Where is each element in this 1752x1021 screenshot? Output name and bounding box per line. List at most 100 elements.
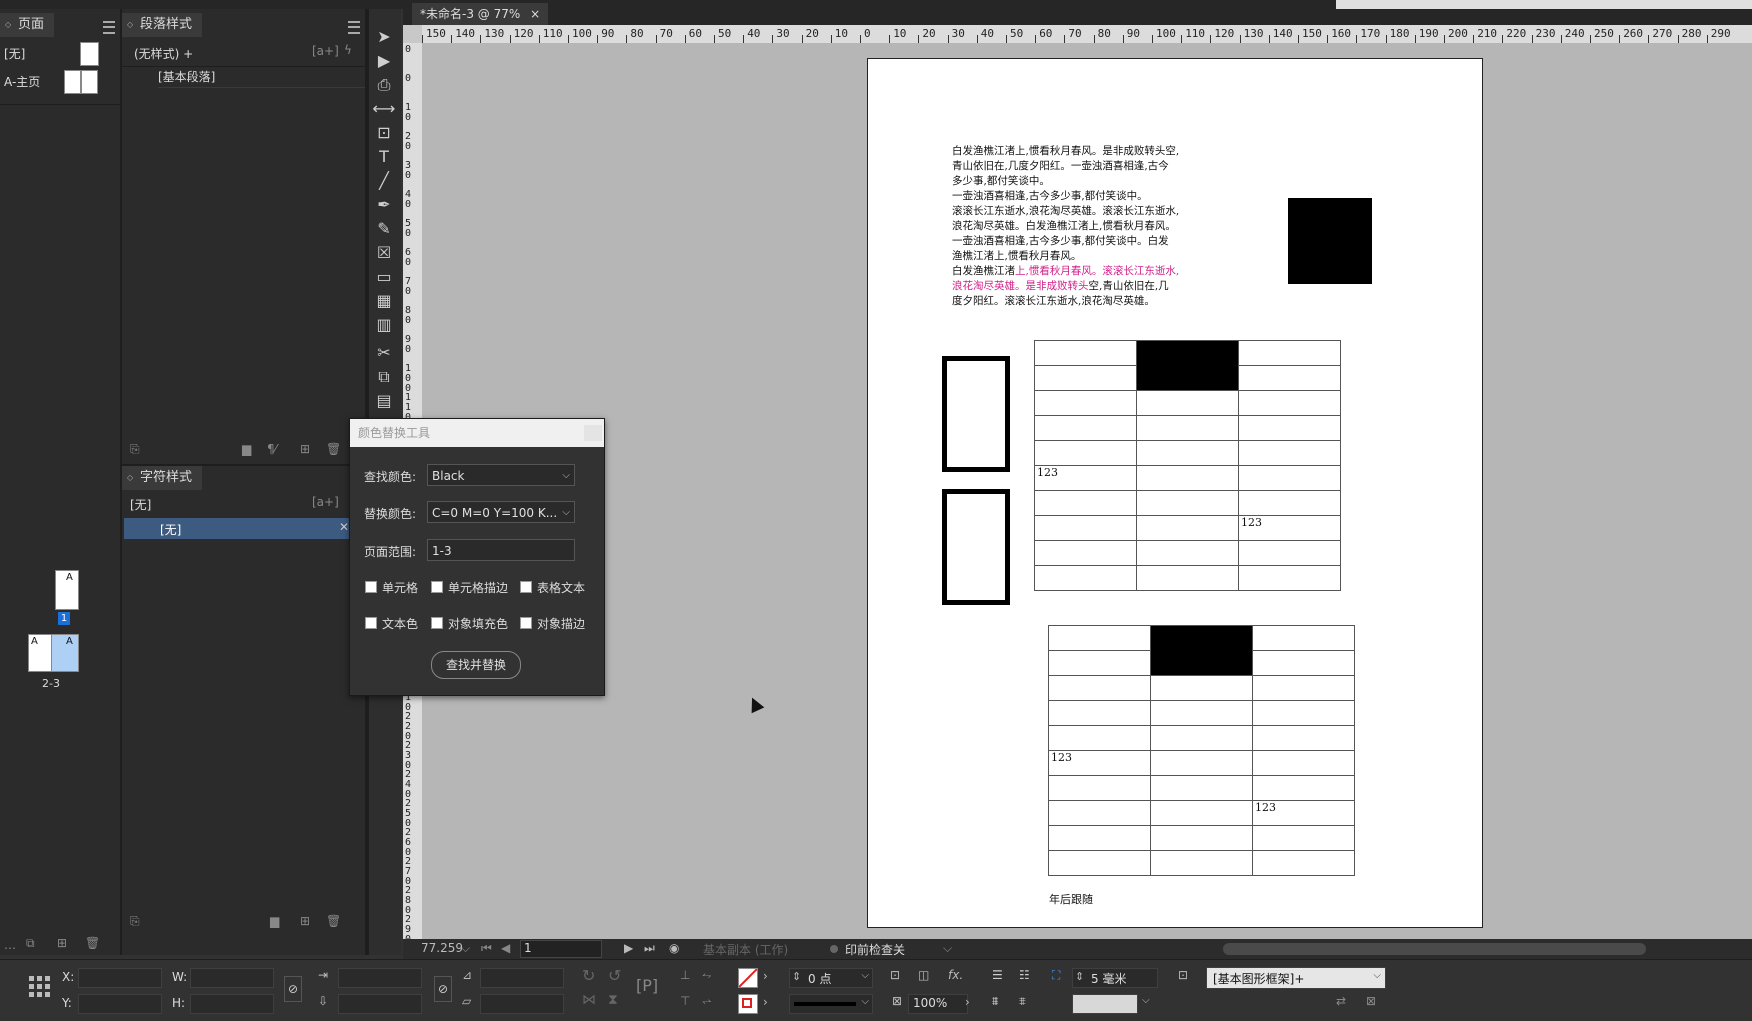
- stroke-weight-chevron-icon[interactable]: ⌵: [861, 970, 869, 981]
- content-collector-icon[interactable]: ⊡: [372, 122, 396, 144]
- page-item-none[interactable]: [无]: [4, 45, 25, 62]
- canvas[interactable]: 白发渔樵江渚上,惯看秋月春风。是非成败转头空, 青山依旧在,几度夕阳红。一壶浊酒…: [422, 43, 1752, 939]
- stroke-weight-field[interactable]: ⇕ 0 点 ⌵: [789, 968, 873, 988]
- y-field[interactable]: [78, 994, 162, 1014]
- checkbox-box[interactable]: [365, 617, 377, 629]
- stroke-weight-stepper-icon[interactable]: ⇕: [792, 970, 801, 983]
- opacity-chevron-icon[interactable]: ›: [965, 995, 970, 1009]
- table-1-cell[interactable]: 123: [1238, 515, 1341, 541]
- delete-paragraph-style-icon[interactable]: 🗑: [326, 442, 341, 456]
- align-top-icon[interactable]: ⩩: [992, 994, 998, 1009]
- clear-overrides-icon[interactable]: ¶⁄: [267, 442, 277, 456]
- opacity-field[interactable]: 100%: [908, 994, 968, 1014]
- effects-fx-icon[interactable]: fx.: [948, 968, 963, 982]
- fill-swatch-none-icon[interactable]: [738, 968, 758, 988]
- document-page[interactable]: 白发渔樵江渚上,惯看秋月春风。是非成败转头空, 青山依旧在,几度夕阳红。一壶浊酒…: [867, 58, 1483, 928]
- character-style-edit-icon[interactable]: ✕: [339, 520, 349, 534]
- stroke-type-select[interactable]: ⌵: [789, 994, 873, 1014]
- shear-field[interactable]: [480, 994, 564, 1014]
- flip-h-icon[interactable]: ⋈: [582, 992, 596, 1008]
- grid-tool-icon[interactable]: ▥: [372, 314, 396, 336]
- gap-tool-icon[interactable]: ⟷: [372, 98, 396, 120]
- flip-v-icon[interactable]: ⧗: [608, 992, 618, 1008]
- table-2-cell[interactable]: 123: [1048, 750, 1151, 776]
- table-2-cell[interactable]: 123: [1252, 800, 1355, 826]
- text-frame-p-icon[interactable]: [P]: [636, 976, 658, 995]
- pages-menu-icon[interactable]: [103, 21, 115, 34]
- rectangle-frame-tool-icon[interactable]: ☒: [372, 242, 396, 264]
- character-style-item-selected[interactable]: [无] ✕: [124, 518, 353, 539]
- scale-x-icon[interactable]: ⇥: [318, 968, 328, 982]
- prev-page-icon[interactable]: ◀: [501, 941, 510, 955]
- object-style-options-icon[interactable]: ⊠: [1366, 994, 1376, 1008]
- checkbox-box[interactable]: [431, 617, 443, 629]
- tab-character-styles[interactable]: 字符样式: [122, 466, 203, 490]
- first-page-icon[interactable]: ⏮: [481, 941, 492, 956]
- lightning-icon[interactable]: ϟ: [344, 43, 352, 57]
- clear-overrides-object-icon[interactable]: ⇄: [1336, 994, 1346, 1008]
- checkbox-box[interactable]: [431, 581, 443, 593]
- select-content-icon[interactable]: ⊤: [680, 994, 690, 1008]
- rotate-ccw-icon[interactable]: ↺: [608, 966, 621, 985]
- object-style-chevron-icon[interactable]: ⌵: [1373, 970, 1381, 981]
- preflight-chevron-icon[interactable]: ⌵: [943, 941, 952, 956]
- page-range-input[interactable]: 1-3: [427, 539, 575, 561]
- ruler-origin[interactable]: [403, 25, 422, 43]
- reference-point-icon[interactable]: [28, 975, 52, 999]
- master-thumb-right[interactable]: [81, 70, 98, 94]
- scissors-tool-icon[interactable]: ✂: [372, 342, 396, 364]
- corner-shape-select[interactable]: [1072, 994, 1138, 1014]
- paragraph-menu-icon[interactable]: [348, 21, 360, 34]
- find-color-select[interactable]: Black ⌵: [427, 464, 575, 486]
- replace-color-select[interactable]: C=0 M=0 Y=100 K... ⌵: [427, 501, 575, 523]
- align-bottom-icon[interactable]: ⩨: [1019, 994, 1026, 1009]
- scale-link-icon[interactable]: ⊘: [434, 976, 452, 1002]
- zoom-chevron-icon[interactable]: ⌵: [461, 941, 470, 956]
- pencil-tool-icon[interactable]: ✎: [372, 218, 396, 240]
- load-styles-icon[interactable]: ⎘: [130, 442, 140, 457]
- scale-y-icon[interactable]: ⇩: [318, 994, 328, 1008]
- delete-character-style-icon[interactable]: 🗑: [326, 914, 341, 928]
- page-2-thumb[interactable]: A: [28, 634, 52, 672]
- shear-icon[interactable]: ▱: [462, 994, 471, 1008]
- corner-stepper-icon[interactable]: ⇕: [1075, 970, 1084, 983]
- free-transform-tool-icon[interactable]: ⧉: [372, 366, 396, 388]
- corner-shape-chevron-icon[interactable]: ⌵: [1142, 995, 1150, 1006]
- black-square[interactable]: [1288, 198, 1372, 284]
- pen-tool-icon[interactable]: ✒: [372, 194, 396, 216]
- page-1-number[interactable]: 1: [58, 612, 70, 625]
- poem-text-frame[interactable]: 白发渔樵江渚上,惯看秋月春风。是非成败转头空, 青山依旧在,几度夕阳红。一壶浊酒…: [952, 144, 1222, 309]
- page-1-thumb[interactable]: A: [55, 570, 79, 610]
- corner-size-field[interactable]: ⇕ 5 毫米: [1072, 968, 1158, 988]
- checkbox-object-fill[interactable]: 对象填充色: [431, 615, 508, 632]
- page-number-field[interactable]: 1: [520, 940, 602, 958]
- page-size-icon[interactable]: ⧉: [26, 936, 35, 951]
- top-search-strip[interactable]: [1336, 0, 1752, 9]
- next-page-icon[interactable]: ▶: [624, 941, 633, 955]
- preflight-status[interactable]: 印前检查关: [845, 941, 905, 958]
- close-tab-icon[interactable]: ×: [530, 7, 540, 21]
- page-3-thumb[interactable]: A: [51, 634, 79, 672]
- stroke-type-chevron-icon[interactable]: ⌵: [861, 996, 869, 1007]
- drop-shadow-icon[interactable]: ◫: [918, 968, 929, 982]
- frame-fitting-icon[interactable]: ⊡: [890, 968, 900, 982]
- page-tool-icon[interactable]: ⎙: [372, 74, 396, 96]
- tab-pages[interactable]: 页面: [0, 13, 55, 37]
- h-field[interactable]: [190, 994, 274, 1014]
- zoom-level[interactable]: 77.259: [421, 941, 463, 955]
- master-thumb-left[interactable]: [64, 70, 81, 94]
- checkbox-table-text[interactable]: 表格文本: [520, 579, 585, 596]
- table-2[interactable]: 123 123: [1048, 625, 1355, 876]
- new-style-from-selection-icon[interactable]: [a+]: [312, 44, 339, 58]
- find-replace-button[interactable]: 查找并替换: [431, 651, 521, 679]
- table-tool-icon[interactable]: ▦: [372, 290, 396, 312]
- page-item-master-a[interactable]: A-主页: [4, 73, 40, 90]
- select-next-icon[interactable]: ⥋: [702, 994, 712, 1009]
- select-previous-icon[interactable]: ⥊: [702, 968, 712, 983]
- paragraph-style-item[interactable]: [基本段落]: [158, 67, 365, 88]
- new-page-icon[interactable]: ⊞: [57, 936, 67, 950]
- empty-frame-bottom[interactable]: [942, 489, 1010, 605]
- document-tab[interactable]: *未命名-3 @ 77% ×: [412, 3, 549, 25]
- align-center-icon[interactable]: ☷: [1019, 968, 1030, 982]
- char-new-style-from-selection-icon[interactable]: [a+]: [312, 495, 339, 509]
